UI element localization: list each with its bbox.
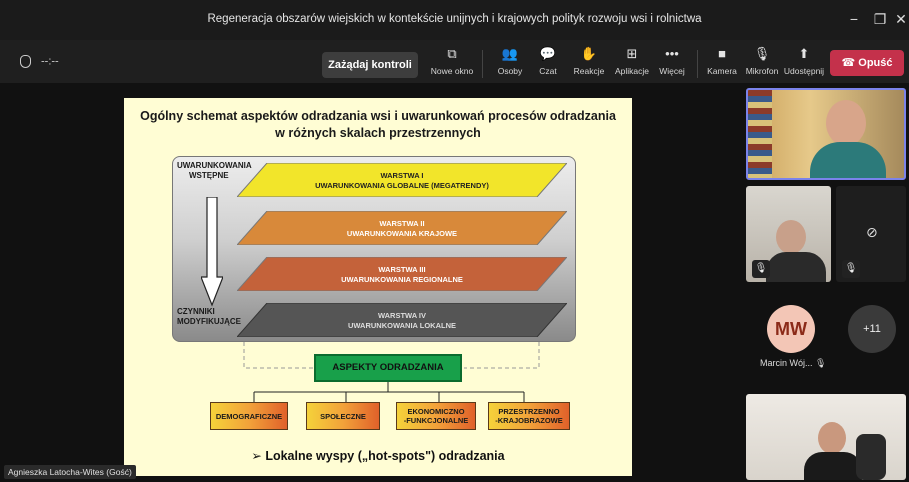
request-control-button[interactable]: Zażądaj kontroli	[322, 52, 418, 78]
apps-button[interactable]: ⊞ Aplikacje	[610, 44, 654, 82]
mic-off-icon: 🎙	[753, 46, 771, 61]
down-arrow-icon	[201, 197, 223, 307]
people-button[interactable]: 👥 Osoby	[490, 44, 530, 82]
reactions-icon: ✋	[580, 46, 598, 61]
timer-text: --:--	[41, 55, 59, 68]
microphone-button[interactable]: 🎙 Mikrofon	[742, 44, 782, 82]
layer-4: WARSTWA IV UWARUNKOWANIA LOKALNE	[237, 303, 567, 337]
more-icon: •••	[665, 46, 679, 61]
popout-icon: ⧉	[447, 46, 457, 61]
bookshelf	[748, 90, 772, 178]
person-body	[804, 452, 862, 480]
meeting-timer: --:--	[20, 55, 59, 68]
share-icon: ⬆	[798, 46, 810, 61]
revitalization-aspects-box: ASPEKTY ODRADZANIA	[314, 354, 462, 382]
person-body	[810, 142, 886, 178]
slide-title: Ogólny schemat aspektów odradzania wsi i…	[140, 109, 616, 140]
video-tile-participant[interactable]: 🎙	[746, 186, 831, 282]
mic-off-icon: 🎙	[842, 260, 860, 278]
modifying-factors-label: CZYNNIKI MODYFIKUJĄCE	[177, 307, 242, 326]
aspect-social: SPOŁECZNE	[306, 402, 380, 430]
person-face	[826, 100, 866, 146]
minimize-button[interactable]: −	[842, 8, 866, 30]
apps-icon: ⊞	[626, 46, 638, 61]
person-body	[766, 252, 826, 282]
share-button[interactable]: ⬆ Udostępnij	[782, 44, 826, 82]
aspect-demographic: DEMOGRAFICZNE	[210, 402, 288, 430]
layer-2: WARSTWA II UWARUNKOWANIA KRAJOWE	[237, 211, 567, 245]
more-participants-button[interactable]: +11	[848, 305, 896, 353]
video-tile-camera-off[interactable]: ⊘ 🎙	[836, 186, 906, 282]
chair	[856, 434, 886, 480]
person-face	[818, 422, 846, 454]
phone-icon: ☎	[841, 57, 859, 69]
video-tile-speaker[interactable]	[746, 88, 906, 180]
toolbar-divider	[482, 50, 483, 78]
people-icon: 👥	[501, 46, 519, 61]
camera-button[interactable]: ■ Kamera	[702, 44, 742, 82]
mic-off-icon: 🎙	[752, 260, 770, 278]
camera-off-icon: ⊘	[866, 224, 878, 240]
chat-icon: 💬	[539, 46, 557, 61]
aspect-spatial: PRZESTRZENNO -KRAJOBRAZOWE	[488, 402, 570, 430]
layers-panel: UWARUNKOWANIA WSTĘPNE CZYNNIKI MODYFIKUJĄC…	[172, 156, 576, 342]
slide-footer: ➢ Lokalne wyspy („hot-spots") odradzania	[251, 449, 505, 463]
close-button[interactable]: ✕	[893, 8, 909, 30]
toolbar-divider	[697, 50, 698, 78]
chat-button[interactable]: 💬 Czat	[530, 44, 566, 82]
camera-icon: ■	[718, 46, 726, 61]
maximize-button[interactable]: ❐	[868, 8, 892, 30]
more-button[interactable]: ••• Więcej	[654, 44, 690, 82]
mic-off-icon: 🎙	[815, 358, 827, 368]
avatar-name: Marcin Wój... 🎙	[760, 358, 827, 368]
video-tile-participant-2[interactable]	[746, 394, 906, 480]
reactions-button[interactable]: ✋ Reakcje	[569, 44, 609, 82]
window-title: Regeneracja obszarów wiejskich w kontekś…	[207, 13, 702, 25]
popout-button[interactable]: ⧉ Nowe okno	[428, 44, 476, 82]
shield-icon	[20, 55, 31, 68]
layer-3: WARSTWA III UWARUNKOWANIA REGIONALNE	[237, 257, 567, 291]
avatar[interactable]: MW	[767, 305, 815, 353]
shared-slide: Ogólny schemat aspektów odradzania wsi i…	[124, 98, 632, 476]
leave-button[interactable]: ☎ Opuść	[830, 50, 904, 76]
presenter-name-tag: Agnieszka Latocha-Wites (Gość)	[4, 465, 136, 479]
layer-1: WARSTWA I UWARUNKOWANIA GLOBALNE (MEGATRE…	[237, 163, 567, 197]
person-face	[776, 220, 806, 254]
aspect-economic: EKONOMICZNO -FUNKCJONALNE	[396, 402, 476, 430]
title-bar: Regeneracja obszarów wiejskich w kontekś…	[0, 0, 909, 40]
